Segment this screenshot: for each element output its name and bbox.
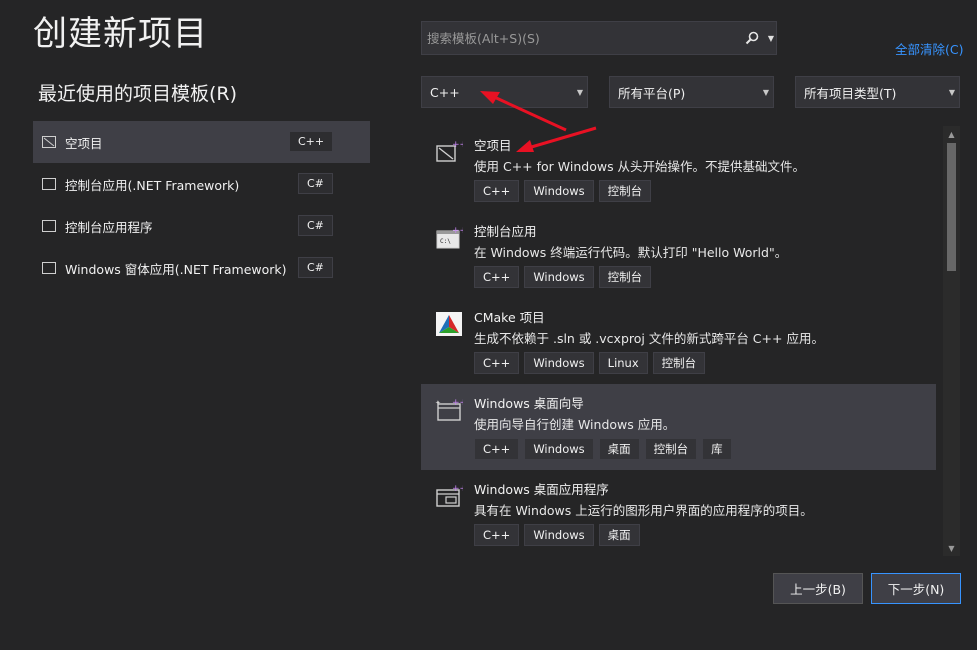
- template-list-scrollbar[interactable]: ▲ ▼: [943, 126, 960, 556]
- tag: Windows: [524, 352, 594, 374]
- template-item-desktop-wizard[interactable]: ✦ ++ Windows 桌面向导 使用向导自行创建 Windows 应用。 C…: [421, 384, 936, 470]
- tag: 库: [702, 438, 732, 460]
- svg-text:++: ++: [452, 226, 463, 236]
- tag: Windows: [524, 266, 594, 288]
- recent-templates-list: 空项目 C++ 控制台应用(.NET Framework) C# 控制台应用程序…: [33, 121, 370, 289]
- back-button[interactable]: 上一步(B): [773, 573, 863, 604]
- template-item-cmake[interactable]: CMake 项目 生成不依赖于 .sln 或 .vcxproj 文件的新式跨平台…: [421, 298, 936, 384]
- recent-item-winforms[interactable]: Windows 窗体应用(.NET Framework) C#: [33, 247, 370, 289]
- tag: 桌面: [598, 524, 640, 546]
- template-tags: C++ Windows 控制台: [474, 266, 652, 288]
- language-badge: C#: [298, 257, 333, 278]
- tag: 控制台: [598, 266, 652, 288]
- chevron-down-icon: ▼: [948, 88, 955, 97]
- scroll-up-icon[interactable]: ▲: [943, 126, 960, 142]
- language-filter-value: C++: [430, 84, 460, 100]
- console-app-icon: [42, 220, 56, 232]
- console-app-icon: [42, 178, 56, 190]
- empty-project-icon: [42, 136, 56, 148]
- language-filter-dropdown[interactable]: C++ ▼: [421, 76, 588, 108]
- desktop-wizard-icon: ✦ ++: [435, 398, 463, 421]
- scrollbar-thumb[interactable]: [947, 143, 956, 271]
- tag: 桌面: [598, 438, 640, 460]
- recent-templates-heading: 最近使用的项目模板(R): [38, 83, 238, 105]
- template-tags: C++ Windows Linux 控制台: [474, 352, 706, 374]
- tag: C++: [474, 180, 520, 202]
- cmake-icon: [436, 312, 462, 336]
- template-name: 空项目: [474, 138, 512, 153]
- svg-text:++: ++: [452, 398, 463, 408]
- svg-text:++: ++: [452, 140, 463, 150]
- template-description: 使用向导自行创建 Windows 应用。: [474, 417, 676, 432]
- tag: C++: [474, 438, 520, 460]
- template-tags: C++ Windows 控制台: [474, 180, 652, 202]
- clear-all-link[interactable]: 全部清除(C): [895, 39, 963, 58]
- tag: Linux: [598, 352, 648, 374]
- platform-filter-value: 所有平台(P): [618, 85, 686, 101]
- next-button[interactable]: 下一步(N): [871, 573, 961, 604]
- tag: C++: [474, 352, 520, 374]
- platform-filter-dropdown[interactable]: 所有平台(P) ▼: [609, 76, 774, 108]
- tag: C++: [474, 524, 520, 546]
- template-description: 在 Windows 终端运行代码。默认打印 "Hello World"。: [474, 245, 788, 260]
- tag: Windows: [524, 524, 594, 546]
- search-input[interactable]: [422, 22, 738, 54]
- template-description: 使用 C++ for Windows 从头开始操作。不提供基础文件。: [474, 159, 806, 174]
- page-title: 创建新项目: [33, 14, 208, 54]
- tag: C++: [474, 266, 520, 288]
- template-name: Windows 桌面向导: [474, 396, 584, 411]
- language-badge: C#: [298, 173, 333, 194]
- template-item-console-app[interactable]: C:\ ++ 控制台应用 在 Windows 终端运行代码。默认打印 "Hell…: [421, 212, 936, 298]
- template-description: 具有在 Windows 上运行的图形用户界面的应用程序的项目。: [474, 503, 813, 518]
- template-tags: C++ Windows 桌面: [474, 524, 640, 546]
- template-list: ++ 空项目 使用 C++ for Windows 从头开始操作。不提供基础文件…: [421, 126, 936, 556]
- template-name: 控制台应用: [474, 224, 537, 239]
- tag: 控制台: [652, 352, 706, 374]
- project-type-filter-dropdown[interactable]: 所有项目类型(T) ▼: [795, 76, 960, 108]
- template-name: CMake 项目: [474, 310, 545, 325]
- template-description: 生成不依赖于 .sln 或 .vcxproj 文件的新式跨平台 C++ 应用。: [474, 331, 824, 346]
- empty-project-icon: ++: [436, 140, 463, 162]
- template-item-desktop-app[interactable]: ++ Windows 桌面应用程序 具有在 Windows 上运行的图形用户界面…: [421, 470, 936, 556]
- chevron-down-icon: ▼: [576, 88, 583, 97]
- svg-text:✦: ✦: [435, 399, 441, 407]
- tag: Windows: [524, 180, 594, 202]
- svg-text:C:\: C:\: [440, 238, 451, 245]
- recent-item-console-app[interactable]: 控制台应用程序 C#: [33, 205, 370, 247]
- tag: 控制台: [598, 180, 652, 202]
- chevron-down-icon: ▼: [762, 88, 769, 97]
- template-item-empty-project[interactable]: ++ 空项目 使用 C++ for Windows 从头开始操作。不提供基础文件…: [421, 126, 936, 212]
- template-name: Windows 桌面应用程序: [474, 482, 609, 497]
- chevron-down-icon[interactable]: ▼: [766, 22, 776, 54]
- svg-text:++: ++: [452, 484, 463, 494]
- scroll-down-icon[interactable]: ▼: [943, 540, 960, 556]
- tag: 控制台: [644, 438, 698, 460]
- search-icon[interactable]: [738, 22, 766, 54]
- language-badge: C++: [289, 131, 334, 152]
- search-box[interactable]: ▼: [421, 21, 777, 55]
- recent-item-empty-project[interactable]: 空项目 C++: [33, 121, 370, 163]
- template-tags: C++ Windows 桌面 控制台 库: [474, 438, 732, 460]
- language-badge: C#: [298, 215, 333, 236]
- project-type-filter-value: 所有项目类型(T): [804, 85, 897, 101]
- recent-item-console-netfx[interactable]: 控制台应用(.NET Framework) C#: [33, 163, 370, 205]
- window-app-icon: [42, 262, 56, 274]
- tag: Windows: [524, 438, 594, 460]
- desktop-app-icon: ++: [436, 484, 463, 507]
- console-app-icon: C:\ ++: [436, 226, 463, 249]
